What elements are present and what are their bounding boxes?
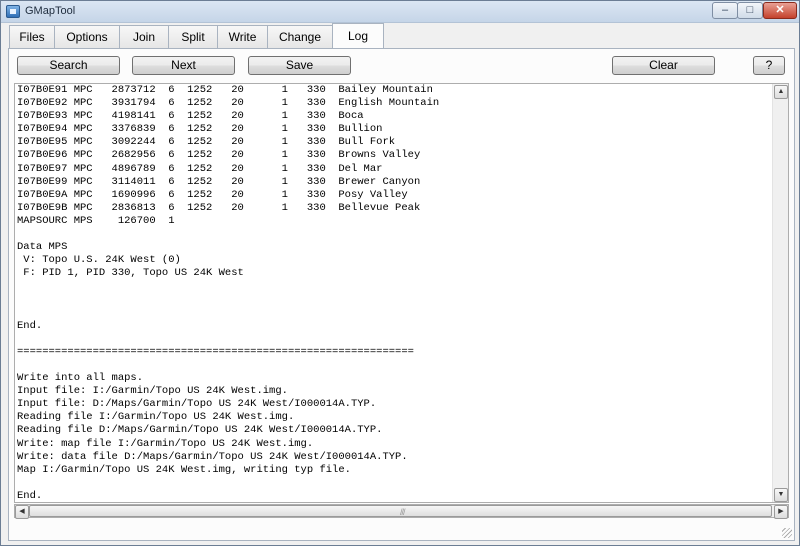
client-area: Files Options Join Split Write Change Lo… <box>1 23 799 545</box>
log-text: I07B0E91 MPC 2873712 6 1252 20 1 330 Bai… <box>17 84 440 502</box>
clear-button[interactable]: Clear <box>612 56 715 75</box>
log-text-area[interactable]: I07B0E91 MPC 2873712 6 1252 20 1 330 Bai… <box>14 83 789 503</box>
close-button[interactable]: ✕ <box>763 2 797 19</box>
arrow-down-icon[interactable]: ▼ <box>774 488 788 502</box>
tab-files[interactable]: Files <box>9 25 55 48</box>
tab-strip: Files Options Join Split Write Change Lo… <box>9 23 799 49</box>
horizontal-scroll-thumb[interactable]: /// <box>29 505 772 517</box>
vertical-scrollbar[interactable]: ▲ ▼ <box>772 84 788 502</box>
close-icon: ✕ <box>775 4 785 16</box>
tab-join[interactable]: Join <box>119 25 169 48</box>
maximize-icon: □ <box>746 4 754 16</box>
app-window: GMapTool – □ ✕ Files Options Join Split … <box>0 0 800 546</box>
minimize-button[interactable]: – <box>712 2 738 19</box>
tab-change[interactable]: Change <box>267 25 333 48</box>
tab-options[interactable]: Options <box>54 25 120 48</box>
grip-icon: /// <box>400 507 405 517</box>
help-button[interactable]: ? <box>753 56 785 75</box>
tab-log[interactable]: Log <box>332 23 384 48</box>
save-button[interactable]: Save <box>248 56 351 75</box>
minimize-icon: – <box>721 4 729 16</box>
search-button[interactable]: Search <box>17 56 120 75</box>
resize-grip-icon[interactable] <box>782 528 792 538</box>
tab-split[interactable]: Split <box>168 25 218 48</box>
tab-write[interactable]: Write <box>217 25 268 48</box>
maximize-button[interactable]: □ <box>737 2 763 19</box>
title-bar[interactable]: GMapTool – □ ✕ <box>1 1 799 23</box>
map-app-icon <box>6 5 20 18</box>
horizontal-scrollbar[interactable]: ◀ /// ▶ <box>14 504 789 519</box>
window-title: GMapTool <box>25 5 76 17</box>
arrow-up-icon[interactable]: ▲ <box>774 85 788 99</box>
next-button[interactable]: Next <box>132 56 235 75</box>
log-tab-panel: Search Next Save Clear ? I07B0E91 MPC 28… <box>8 48 795 541</box>
arrow-right-icon[interactable]: ▶ <box>774 505 788 519</box>
arrow-left-icon[interactable]: ◀ <box>15 505 29 519</box>
